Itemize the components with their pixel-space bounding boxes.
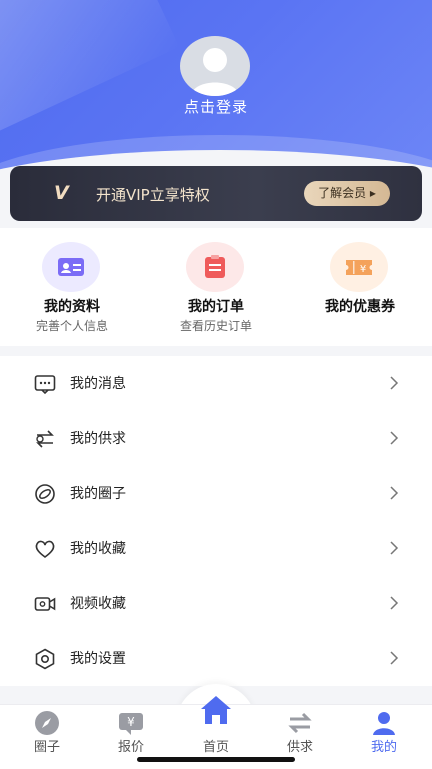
menu-item-label: 视频收藏 [70,596,126,612]
user-icon [373,712,395,735]
chevron-right-icon [390,486,399,500]
quick-actions: 我的资料 完善个人信息 我的订单 查看历史订单 ¥ 我的优惠券 [0,228,432,346]
chevron-right-icon [390,541,399,555]
menu-item-settings[interactable]: 我的设置 [0,631,432,686]
chevron-right-icon [390,376,399,390]
quick-item-coupons[interactable]: ¥ 我的优惠券 [288,228,432,346]
quick-item-subtitle: 查看历史订单 [179,319,252,333]
home-indicator [137,757,295,762]
tab-label: 圈子 [33,740,60,755]
tab-circles[interactable]: 圈子 [4,705,90,769]
vip-logo: V [54,182,69,204]
quick-item-title: 我的订单 [188,299,244,315]
menu-item-favorites[interactable]: 我的收藏 [0,521,432,576]
avatar[interactable] [180,36,250,96]
quick-item-title: 我的优惠券 [325,299,395,315]
menu-item-label: 我的供求 [70,431,126,447]
quick-item-subtitle: 完善个人信息 [35,319,108,333]
menu-item-label: 我的消息 [70,376,126,392]
quick-item-title: 我的资料 [44,299,100,315]
chevron-right-icon [390,596,399,610]
quick-item-orders[interactable]: 我的订单 查看历史订单 [144,228,288,346]
compass-icon [35,711,59,735]
svg-text:¥: ¥ [360,264,366,275]
circle-icon [35,484,55,504]
price-icon: ¥ [119,713,143,735]
video-icon [34,597,56,611]
menu-item-label: 我的收藏 [70,541,126,557]
menu-item-video-favorites[interactable]: 视频收藏 [0,576,432,631]
quick-item-profile[interactable]: 我的资料 完善个人信息 [0,228,144,346]
tab-label: 我的 [370,740,397,755]
tab-label: 供求 [286,740,313,755]
tab-label: 报价 [117,740,144,755]
order-icon [186,242,244,292]
menu-item-messages[interactable]: 我的消息 [0,356,432,411]
learn-membership-button[interactable]: 了解会员 ▸ [304,181,390,206]
tab-label: 首页 [202,740,229,755]
chevron-right-icon [390,651,399,665]
menu-item-label: 我的圈子 [70,486,126,502]
exchange-icon [36,430,54,448]
tab-mine[interactable]: 我的 [341,705,427,769]
exchange-icon [288,712,312,734]
svg-text:¥: ¥ [127,715,135,729]
chevron-right-icon [390,431,399,445]
id-card-icon [42,242,100,292]
coupon-icon: ¥ [330,242,388,292]
menu-item-circles[interactable]: 我的圈子 [0,466,432,521]
header-shine [0,0,180,140]
menu-item-supply[interactable]: 我的供求 [0,411,432,466]
heart-icon [35,540,55,558]
message-icon [34,375,56,395]
settings-icon [35,648,55,670]
vip-text: 开通VIP立享特权 [96,186,210,204]
home-icon [201,696,231,724]
menu-list: 我的消息 我的供求 我的圈子 我的收藏 视频收藏 我的设置 [0,356,432,686]
login-link[interactable]: 点击登录 [0,96,432,117]
menu-item-label: 我的设置 [70,651,126,667]
vip-banner[interactable]: V 开通VIP立享特权 了解会员 ▸ [10,166,422,221]
